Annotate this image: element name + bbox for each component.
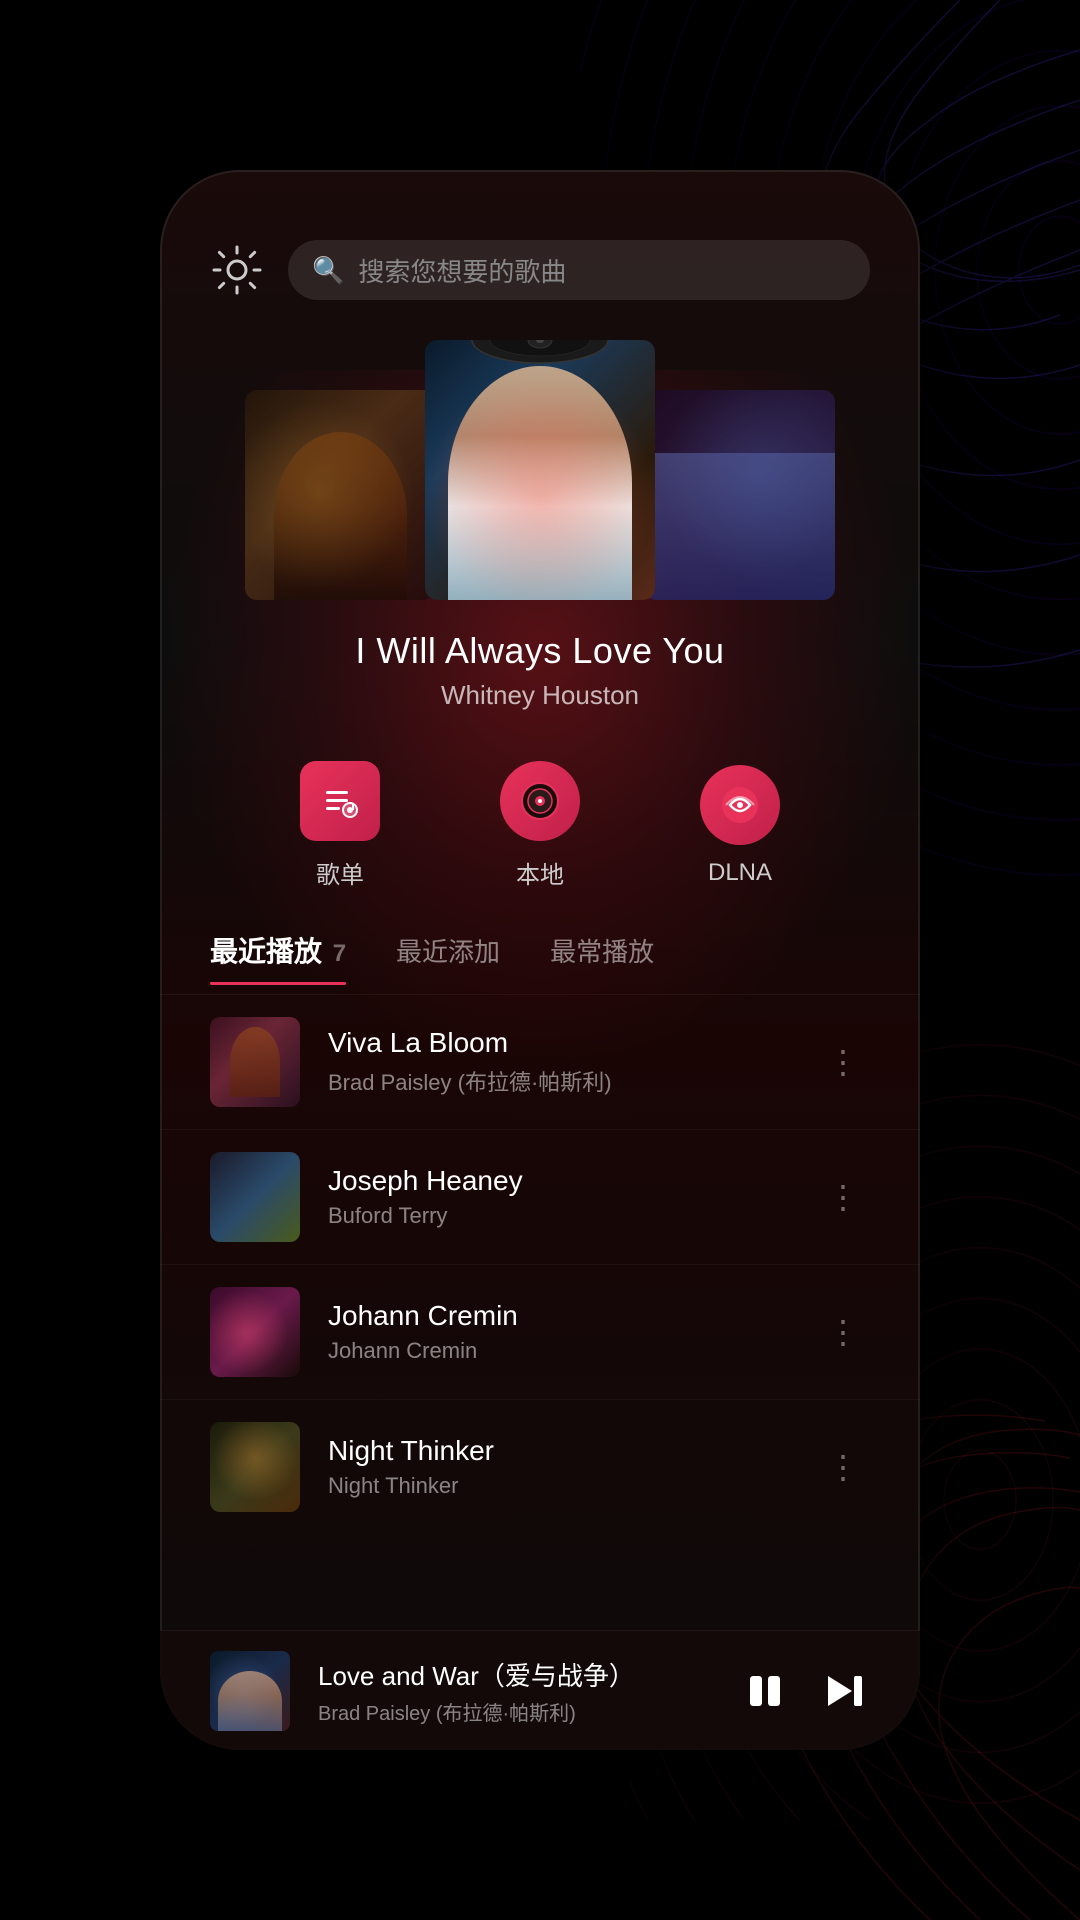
album-carousel: [160, 330, 920, 610]
song-thumbnail: [210, 1152, 300, 1242]
player-info: Love and War（爱与战争） Brad Paisley (布拉德·帕斯利…: [318, 1656, 712, 1726]
nav-local-label: 本地: [516, 855, 564, 890]
song-thumbnail: [210, 1017, 300, 1107]
tab-recent[interactable]: 最近播放 7: [210, 930, 346, 984]
player-bar: Love and War（爱与战争） Brad Paisley (布拉德·帕斯利…: [160, 1630, 920, 1750]
settings-icon[interactable]: [210, 243, 264, 297]
nav-playlist-label: 歌单: [316, 855, 364, 890]
more-button[interactable]: ⋮: [817, 1303, 870, 1361]
song-artist-name: Night Thinker: [328, 1473, 789, 1499]
song-info: Viva La Bloom Brad Paisley (布拉德·帕斯利): [328, 1027, 789, 1097]
nav-dlna[interactable]: DLNA: [700, 765, 780, 887]
search-placeholder: 搜索您想要的歌曲: [358, 252, 566, 289]
nav-local[interactable]: 本地: [500, 761, 580, 890]
tab-added[interactable]: 最近添加: [396, 932, 500, 983]
vinyl-record: [470, 340, 610, 365]
song-item[interactable]: Viva La Bloom Brad Paisley (布拉德·帕斯利) ⋮: [160, 995, 920, 1130]
phone-inner: 🔍 搜索您想要的歌曲: [160, 170, 920, 1750]
phone-frame: 🔍 搜索您想要的歌曲: [160, 170, 920, 1750]
song-artist-name: Johann Cremin: [328, 1338, 789, 1364]
song-title: Johann Cremin: [328, 1300, 789, 1332]
playlist-icon: [300, 761, 380, 841]
song-item[interactable]: Joseph Heaney Buford Terry ⋮: [160, 1130, 920, 1265]
more-button[interactable]: ⋮: [817, 1033, 870, 1091]
song-item[interactable]: Night Thinker Night Thinker ⋮: [160, 1400, 920, 1534]
song-title: Viva La Bloom: [328, 1027, 789, 1059]
featured-artist: Whitney Houston: [160, 680, 920, 711]
search-bar[interactable]: 🔍 搜索您想要的歌曲: [288, 240, 870, 300]
tab-count: 7: [326, 940, 346, 967]
song-info: Night Thinker Night Thinker: [328, 1435, 789, 1499]
player-artist: Brad Paisley (布拉德·帕斯利): [318, 1697, 712, 1726]
song-thumbnail: [210, 1422, 300, 1512]
song-item[interactable]: Johann Cremin Johann Cremin ⋮: [160, 1265, 920, 1400]
song-thumbnail: [210, 1287, 300, 1377]
player-thumbnail: [210, 1651, 290, 1731]
song-title: Night Thinker: [328, 1435, 789, 1467]
tabs-row: 最近播放 7 最近添加 最常播放: [160, 910, 920, 995]
nav-icons: 歌单 本地: [160, 721, 920, 910]
song-title: Joseph Heaney: [328, 1165, 789, 1197]
tab-frequent[interactable]: 最常播放: [550, 932, 654, 983]
featured-song-title: I Will Always Love You: [160, 630, 920, 672]
now-playing: I Will Always Love You Whitney Houston: [160, 610, 920, 721]
nav-playlist[interactable]: 歌单: [300, 761, 380, 890]
album-card-left[interactable]: [245, 390, 435, 600]
player-controls: [740, 1666, 870, 1716]
song-artist-name: Brad Paisley (布拉德·帕斯利): [328, 1065, 789, 1097]
album-card-right[interactable]: [645, 390, 835, 600]
more-button[interactable]: ⋮: [817, 1438, 870, 1496]
header: 🔍 搜索您想要的歌曲: [160, 170, 920, 330]
player-song-title: Love and War（爱与战争）: [318, 1656, 712, 1693]
song-artist-name: Buford Terry: [328, 1203, 789, 1229]
nav-dlna-label: DLNA: [708, 859, 772, 887]
song-info: Johann Cremin Johann Cremin: [328, 1300, 789, 1364]
song-info: Joseph Heaney Buford Terry: [328, 1165, 789, 1229]
pause-button[interactable]: [740, 1666, 790, 1716]
album-card-center[interactable]: [425, 340, 655, 600]
more-button[interactable]: ⋮: [817, 1168, 870, 1226]
song-list: Viva La Bloom Brad Paisley (布拉德·帕斯利) ⋮ J…: [160, 995, 920, 1534]
local-icon: [500, 761, 580, 841]
dlna-icon: [700, 765, 780, 845]
next-button[interactable]: [820, 1666, 870, 1716]
search-icon: 🔍: [312, 255, 344, 286]
